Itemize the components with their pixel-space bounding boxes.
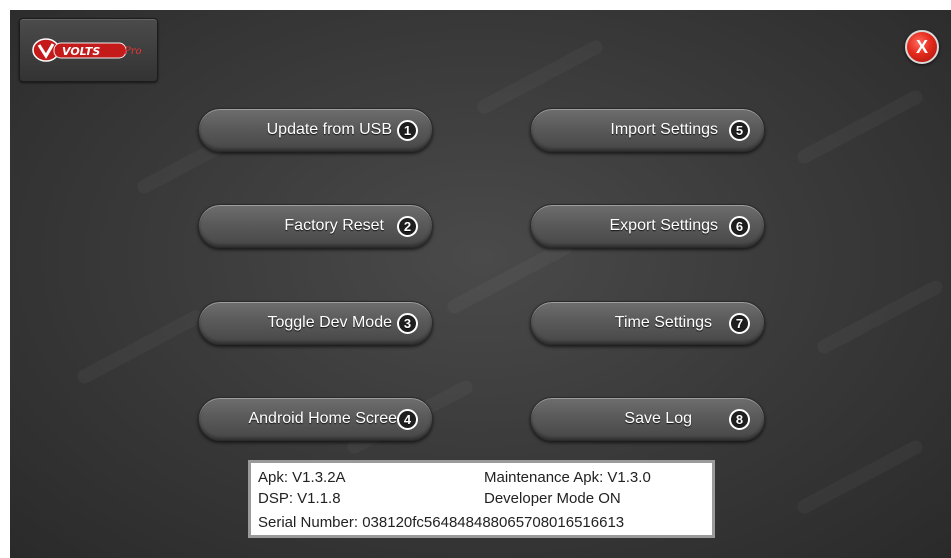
watermark — [475, 38, 605, 116]
number-badge: 5 — [729, 119, 750, 141]
watermark — [815, 278, 945, 356]
apk-version: Apk: V1.3.2A — [258, 469, 346, 486]
number-badge: 6 — [729, 215, 750, 237]
save-log-button[interactable]: Save Log 8 — [530, 397, 765, 441]
toggle-dev-mode-button[interactable]: Toggle Dev Mode 3 — [198, 301, 433, 345]
dsp-version: DSP: V1.1.8 — [258, 490, 341, 507]
brand-logo: VOLTS Pro — [19, 18, 158, 82]
developer-mode-status: Developer Mode ON — [484, 490, 621, 507]
button-label: Update from USB — [266, 121, 392, 138]
logo-text: VOLTS — [62, 45, 100, 58]
watermark — [795, 88, 925, 166]
volts-pro-logo-icon: VOLTS Pro — [32, 38, 142, 62]
close-icon: X — [915, 37, 928, 57]
watermark — [75, 308, 205, 386]
watermark — [795, 438, 925, 516]
settings-screen: VOLTS Pro X Update from USB 1 Factory Re… — [10, 10, 951, 558]
button-label: Export Settings — [609, 217, 719, 234]
factory-reset-button[interactable]: Factory Reset 2 — [198, 204, 433, 248]
time-settings-button[interactable]: Time Settings 7 — [530, 301, 765, 345]
button-label: Import Settings — [610, 121, 718, 138]
export-settings-button[interactable]: Export Settings 6 — [530, 204, 765, 248]
button-label: Android Home Scree — [248, 410, 397, 427]
number-badge: 8 — [729, 408, 750, 430]
number-badge: 1 — [397, 119, 418, 141]
close-button[interactable]: X — [905, 30, 939, 64]
logo-suffix: Pro — [123, 46, 142, 57]
button-label: Time Settings — [614, 314, 712, 331]
number-badge: 3 — [397, 312, 418, 334]
button-label: Save Log — [624, 410, 692, 427]
number-badge: 7 — [729, 312, 750, 334]
number-badge: 4 — [397, 408, 418, 430]
maintenance-apk-version: Maintenance Apk: V1.3.0 — [484, 469, 651, 486]
serial-number: Serial Number: 038120fc56484848806570801… — [258, 514, 625, 531]
android-home-screen-button[interactable]: Android Home Scree 4 — [198, 397, 433, 441]
import-settings-button[interactable]: Import Settings 5 — [530, 108, 765, 152]
button-label: Toggle Dev Mode — [267, 314, 392, 331]
update-from-usb-button[interactable]: Update from USB 1 — [198, 108, 433, 152]
button-label: Factory Reset — [284, 217, 384, 234]
number-badge: 2 — [397, 215, 418, 237]
version-info-panel: Apk: V1.3.2A Maintenance Apk: V1.3.0 DSP… — [248, 460, 715, 538]
